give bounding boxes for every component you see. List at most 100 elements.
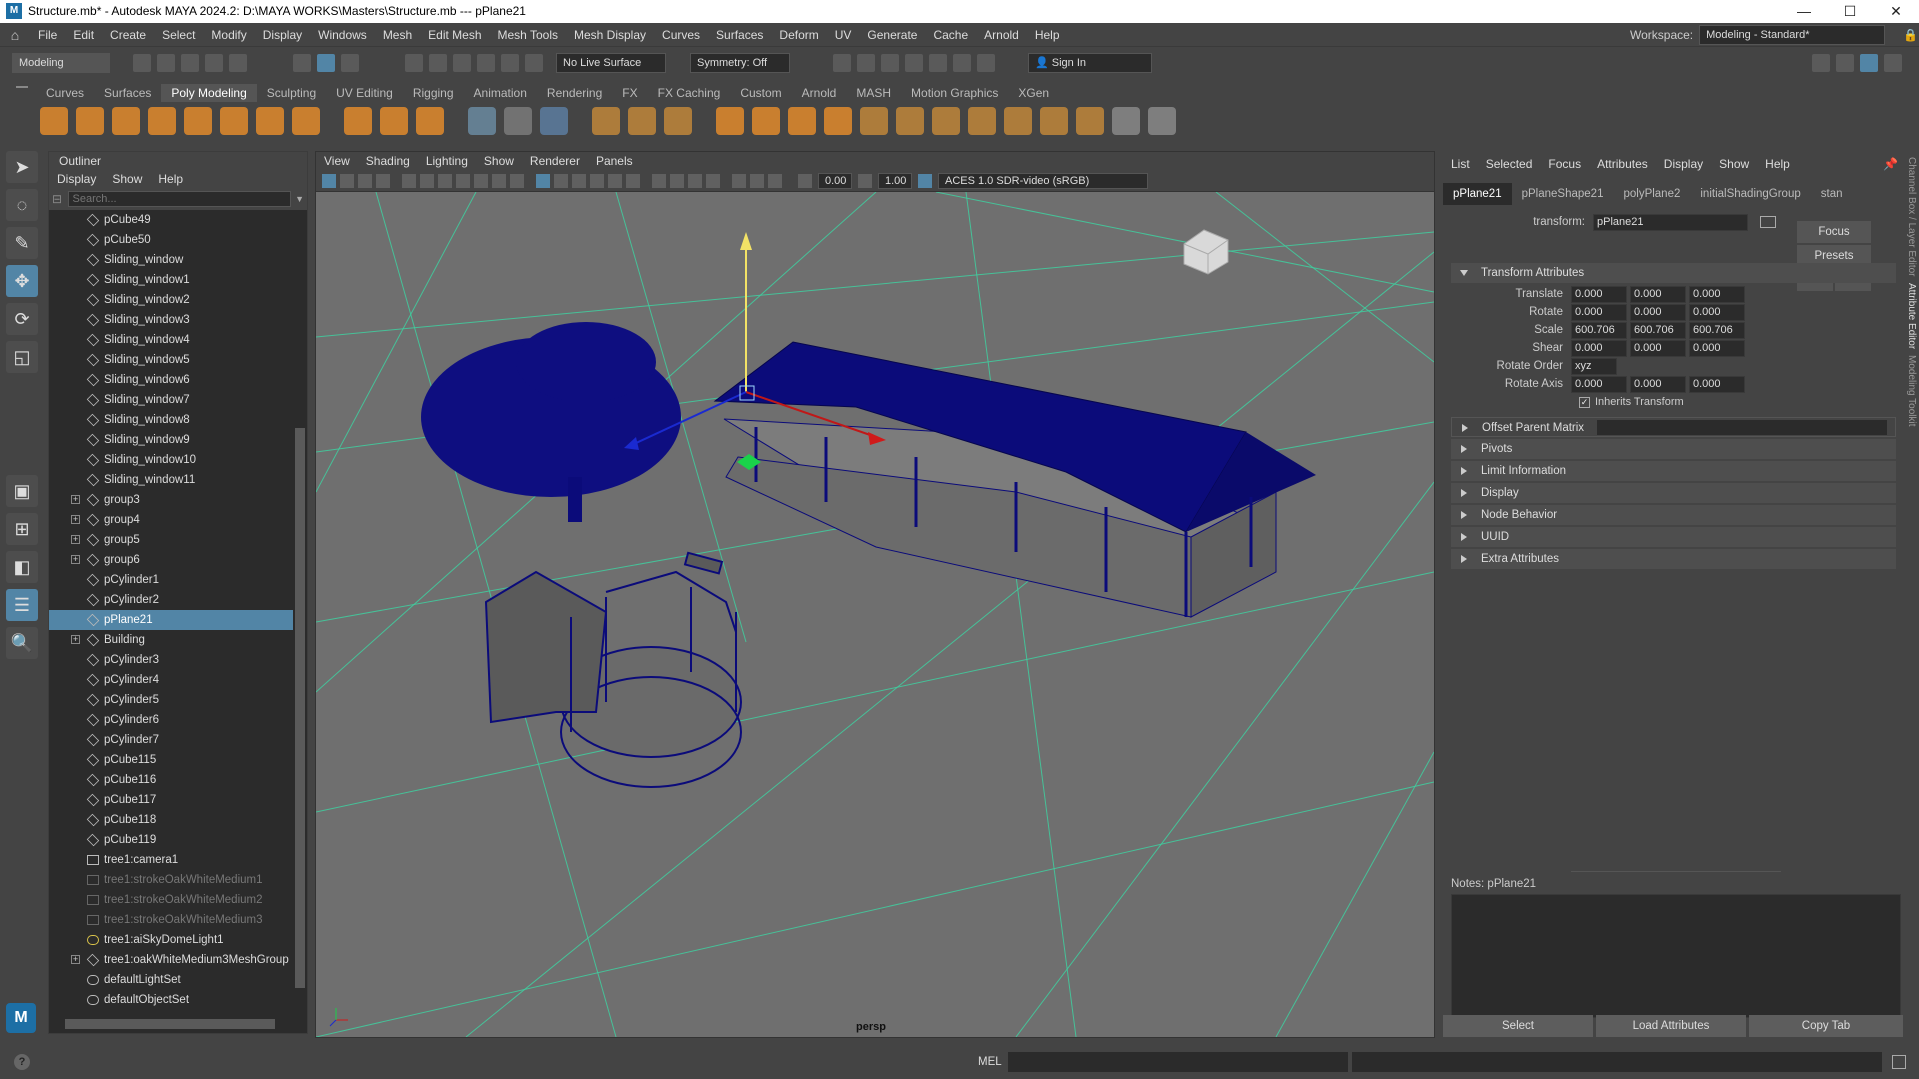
outliner-item[interactable]: Sliding_window7 [49, 390, 293, 410]
rotate-y-field[interactable]: 0.000 [1630, 303, 1686, 321]
outliner-item[interactable]: + group6 [49, 550, 293, 570]
poly-smooth-icon[interactable] [592, 107, 620, 135]
viewport-panel[interactable]: View Shading Lighting Show Renderer Panels 0.… [315, 151, 1435, 1038]
poly-mirror-icon[interactable] [664, 107, 692, 135]
shear-z-field[interactable]: 0.000 [1689, 339, 1745, 357]
copy-tab-button[interactable]: Copy Tab [1749, 1015, 1903, 1037]
ae-menu-show[interactable]: Show [1711, 151, 1757, 177]
outliner-item[interactable]: Sliding_window2 [49, 290, 293, 310]
load-attributes-button[interactable]: Load Attributes [1596, 1015, 1746, 1037]
viewport-menu-shading[interactable]: Shading [358, 152, 418, 170]
outliner-item[interactable]: pCylinder5 [49, 690, 293, 710]
outliner-item[interactable]: Sliding_window10 [49, 450, 293, 470]
lighting-icon[interactable] [608, 173, 622, 188]
outliner-item[interactable]: pCylinder7 [49, 730, 293, 750]
outliner-item[interactable]: pCylinder3 [49, 650, 293, 670]
search-options-icon[interactable]: ▼ [295, 194, 304, 204]
side-tab-modeling-toolkit[interactable]: Modeling Toolkit [1906, 355, 1917, 427]
menu-cache[interactable]: Cache [925, 23, 976, 47]
shelf-tab-mash[interactable]: MASH [846, 84, 901, 102]
outliner-item[interactable]: Sliding_window3 [49, 310, 293, 330]
save-scene-icon[interactable] [181, 54, 199, 72]
shelf-tab-animation[interactable]: Animation [464, 84, 537, 102]
attribute-editor-toggle-icon[interactable] [1836, 54, 1854, 72]
menu-arnold[interactable]: Arnold [976, 23, 1027, 47]
shadows-icon[interactable] [626, 173, 640, 188]
outliner-item[interactable]: Sliding_window4 [49, 330, 293, 350]
gamma-icon[interactable] [858, 173, 872, 188]
outliner-item[interactable]: + group4 [49, 510, 293, 530]
outliner-item[interactable]: pCube119 [49, 830, 293, 850]
menu-create[interactable]: Create [102, 23, 154, 47]
transform-name-field[interactable]: pPlane21 [1593, 213, 1748, 231]
snap-point-icon[interactable] [453, 54, 471, 72]
search-icon[interactable]: 🔍 [6, 627, 38, 659]
redo-icon[interactable] [229, 54, 247, 72]
poly-cube-icon[interactable] [76, 107, 104, 135]
menu-modify[interactable]: Modify [203, 23, 254, 47]
poly-bridge-edge-icon[interactable] [824, 107, 852, 135]
outliner-item[interactable]: tree1:aiSkyDomeLight1 [49, 930, 293, 950]
poly-combine-icon[interactable] [504, 107, 532, 135]
shelf-tab-rigging[interactable]: Rigging [403, 84, 464, 102]
select-tool-icon[interactable]: ➤ [6, 151, 38, 183]
focus-button[interactable]: Focus [1797, 221, 1871, 243]
outliner-item[interactable]: Sliding_window1 [49, 270, 293, 290]
node-tab[interactable]: polyPlane2 [1613, 183, 1690, 205]
shear-x-field[interactable]: 0.000 [1571, 339, 1627, 357]
building-model[interactable] [713, 341, 1316, 618]
four-view-layout-icon[interactable]: ⊞ [6, 513, 38, 545]
outliner-item[interactable]: pPlane21 [49, 610, 293, 630]
scale-y-field[interactable]: 600.706 [1630, 321, 1686, 339]
poly-cone-icon[interactable] [148, 107, 176, 135]
rotate-tool-icon[interactable]: ⟳ [6, 303, 38, 335]
focus-node-icon[interactable] [1760, 216, 1776, 228]
poly-boolean-icon[interactable] [628, 107, 656, 135]
viewport-3d-scene[interactable]: persp [316, 192, 1434, 1037]
translate-y-field[interactable]: 0.000 [1630, 285, 1686, 303]
expand-icon[interactable]: + [71, 635, 80, 644]
pin-icon[interactable]: 📌 [1883, 157, 1898, 171]
xray-icon[interactable] [652, 173, 666, 188]
snap-surface-icon[interactable] [501, 54, 519, 72]
outliner-item[interactable]: pCube116 [49, 770, 293, 790]
poly-disc-icon[interactable] [256, 107, 284, 135]
menu-file[interactable]: File [30, 23, 65, 47]
scale-x-field[interactable]: 600.706 [1571, 321, 1627, 339]
camera-attributes-icon[interactable] [340, 173, 354, 188]
outliner-item[interactable]: defaultLightSet [49, 970, 293, 990]
ae-menu-display[interactable]: Display [1656, 151, 1711, 177]
outliner-item[interactable]: tree1:camera1 [49, 850, 293, 870]
outliner-scroll-thumb[interactable] [295, 428, 305, 988]
color-management-icon[interactable] [918, 173, 932, 188]
open-scene-icon[interactable] [157, 54, 175, 72]
shelf-tab-arnold[interactable]: Arnold [792, 84, 847, 102]
expand-icon[interactable]: + [71, 495, 80, 504]
shelf-tab-xgen[interactable]: XGen [1008, 84, 1059, 102]
poly-merge-icon[interactable] [1076, 107, 1104, 135]
safe-action-icon[interactable] [492, 173, 506, 188]
shelf-tab-fx[interactable]: FX [612, 84, 647, 102]
render-settings-icon[interactable] [905, 54, 923, 72]
outliner-menu-help[interactable]: Help [150, 170, 191, 188]
channel-box-toggle-icon[interactable] [1812, 54, 1830, 72]
section-uuid[interactable]: UUID [1451, 527, 1896, 547]
poly-sphere-icon[interactable] [40, 107, 68, 135]
outliner-item[interactable]: defaultObjectSet [49, 990, 293, 1010]
outliner-item[interactable]: pCube49 [49, 210, 293, 230]
rotate_axis-y-field[interactable]: 0.000 [1630, 375, 1686, 393]
section-limit-information[interactable]: Limit Information [1451, 461, 1896, 481]
menu-edit[interactable]: Edit [65, 23, 102, 47]
far-clip-field[interactable]: 1.00 [878, 172, 912, 189]
shelf-options[interactable] [16, 86, 28, 136]
shelf-tab-poly-modeling[interactable]: Poly Modeling [161, 84, 257, 102]
image-plane-icon[interactable] [376, 173, 390, 188]
menu-mesh-display[interactable]: Mesh Display [566, 23, 654, 47]
viewport-menu-view[interactable]: View [316, 152, 358, 170]
outliner-search-input[interactable] [67, 191, 292, 207]
render-view-icon[interactable] [833, 54, 851, 72]
outliner-item[interactable]: pCylinder4 [49, 670, 293, 690]
transform-attributes-section[interactable]: Transform Attributes [1451, 263, 1896, 283]
mel-label[interactable]: MEL [978, 1056, 1002, 1068]
scale-z-field[interactable]: 600.706 [1689, 321, 1745, 339]
